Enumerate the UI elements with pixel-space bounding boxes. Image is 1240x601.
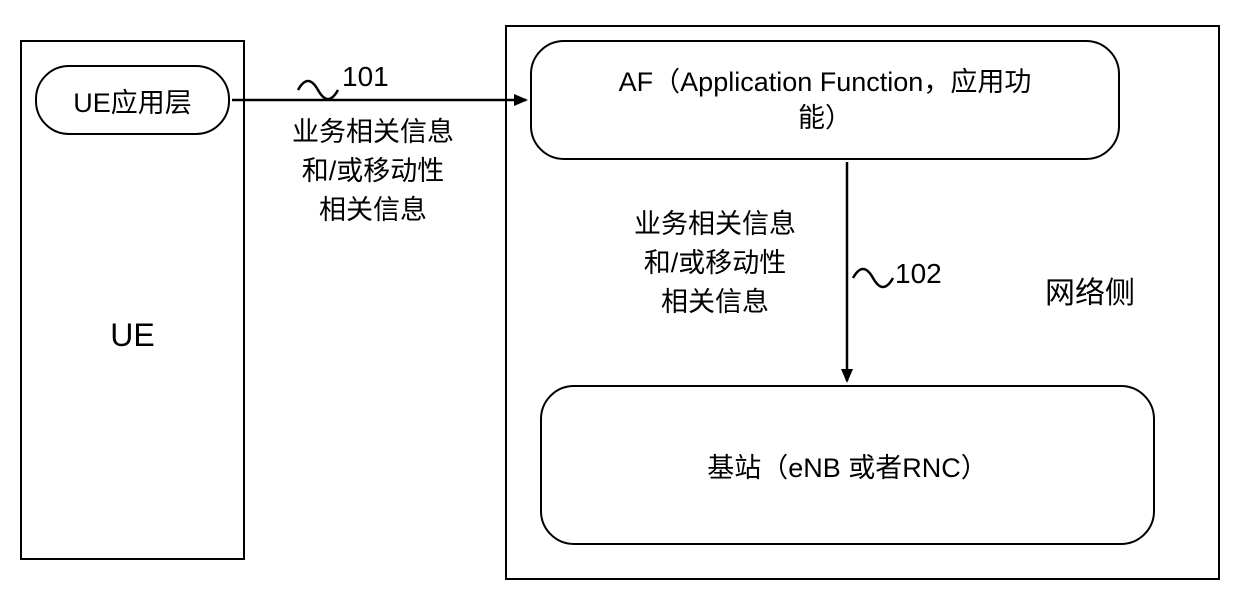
edge-101-text: 业务相关信息 和/或移动性 相关信息 [248, 113, 498, 230]
ue-app-layer-box: UE应用层 [35, 65, 230, 135]
edge-102-text: 业务相关信息 和/或移动性 相关信息 [590, 205, 840, 322]
af-label-line2: 能） [619, 100, 1032, 136]
edge-101-number: 101 [342, 59, 422, 94]
ue-big-label: UE [20, 315, 245, 355]
diagram-canvas: UE应用层 UE AF（Application Function，应用功 能） … [0, 0, 1240, 601]
network-side-label: 网络侧 [1020, 275, 1160, 313]
base-station-box: 基站（eNB 或者RNC） [540, 385, 1155, 545]
edge-102-number: 102 [895, 256, 975, 291]
af-label-line1: AF（Application Function，应用功 [619, 64, 1032, 100]
af-box: AF（Application Function，应用功 能） [530, 40, 1120, 160]
ue-app-layer-label: UE应用层 [73, 81, 192, 120]
base-station-label: 基站（eNB 或者RNC） [707, 446, 988, 485]
edge-101-tilde [298, 81, 338, 99]
